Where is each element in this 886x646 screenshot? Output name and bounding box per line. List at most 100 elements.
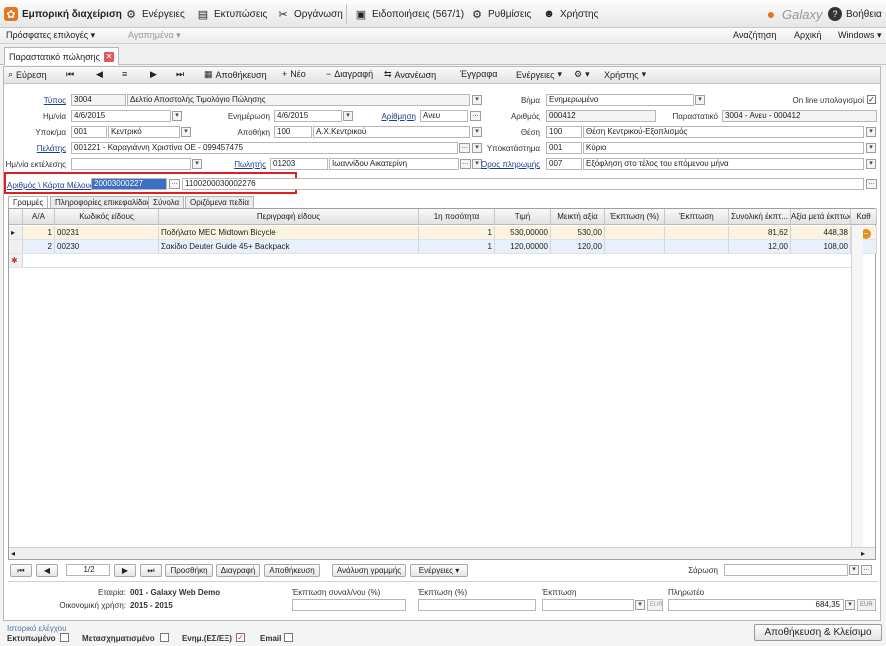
payment-code-field[interactable]: 007 [546, 158, 582, 170]
col-code[interactable]: Κωδικός είδους [55, 209, 159, 225]
new-button[interactable]: + Νέο [282, 69, 306, 79]
horizontal-scrollbar[interactable]: ◂ ▸ [9, 547, 875, 559]
col-price[interactable]: Τιμή [495, 209, 551, 225]
user-menu[interactable]: Χρήστης ▾ [604, 69, 646, 80]
seller-code-field[interactable]: 01203 [270, 158, 328, 170]
online-calc-checkbox[interactable]: ✓ [867, 95, 876, 104]
number-field[interactable]: 000412 [546, 110, 656, 122]
menu-prints[interactable]: ▤ Εκτυπώσεις [196, 5, 268, 23]
chevron-down-icon[interactable]: ▾ [181, 127, 191, 137]
row-selector-icon[interactable]: ▸ [9, 226, 23, 240]
update-date-field[interactable]: 4/6/2015 [274, 110, 342, 122]
ellipsis-icon[interactable]: … [866, 179, 877, 189]
payable-field[interactable]: 684,35 [668, 599, 844, 611]
col-disc-pct[interactable]: Έκπτωση (%) [605, 209, 665, 225]
cell-disc[interactable] [665, 240, 729, 254]
transformed-checkbox[interactable] [160, 633, 169, 642]
tab-totals[interactable]: Σύνολα [148, 196, 185, 208]
calendar-dropdown-icon[interactable]: ▾ [192, 159, 202, 169]
chevron-down-icon[interactable]: ▾ [866, 159, 876, 169]
customer-field[interactable]: 001221 - Καραγιάννη Χριστίνα ΟΕ - 099457… [71, 142, 458, 154]
prev-page-icon[interactable]: ◀ [36, 564, 58, 577]
app-title[interactable]: ✿ Εμπορική διαχείριση [4, 5, 122, 23]
email-checkbox[interactable] [284, 633, 293, 642]
seller-name-field[interactable]: Ιωαννίδου Αικατερίνη [329, 158, 459, 170]
chevron-down-icon[interactable]: ▾ [866, 143, 876, 153]
member-card-field[interactable]: 1100200030002276 [182, 178, 864, 190]
last-record-icon[interactable]: ⏭ [176, 69, 184, 80]
last-page-icon[interactable]: ⏭ [140, 564, 162, 577]
type-label[interactable]: Τύπος [8, 96, 66, 105]
branch-code-field[interactable]: 001 [71, 126, 107, 138]
member-number-field[interactable]: 20003000227 [91, 178, 167, 190]
branch-desc-field[interactable]: Κεντρικό [108, 126, 180, 138]
cell-net[interactable]: 448,38 [791, 226, 851, 240]
chevron-down-icon[interactable]: ▾ [845, 600, 855, 610]
type-desc-field[interactable]: Δελτίο Αποστολής Τιμολόγιο Πώλησης [127, 94, 470, 106]
menu-actions[interactable]: ⚙ Ενέργειες [124, 5, 185, 23]
col-disc[interactable]: Έκπτωση [665, 209, 729, 225]
next-record-icon[interactable]: ▶ [150, 69, 157, 80]
cell-disc-pct[interactable] [605, 226, 665, 240]
tab-custom-fields[interactable]: Οριζόμενα πεδία [185, 196, 254, 208]
new-row-icon[interactable]: ✱ [9, 254, 23, 268]
find-button[interactable]: ⌕ Εύρεση [8, 69, 47, 80]
cell-qty[interactable]: 1 [419, 226, 495, 240]
cell-aa[interactable]: 1 [23, 226, 55, 240]
next-page-icon[interactable]: ▶ [114, 564, 136, 577]
scan-field[interactable] [724, 564, 848, 576]
chevron-down-icon[interactable]: ▾ [866, 127, 876, 137]
menu-user[interactable]: ☻ Χρήστης [542, 5, 598, 23]
warehouse-desc-field[interactable]: Α.Χ.Κεντρικού [313, 126, 470, 138]
position-desc-field[interactable]: Θέση Κεντρικού-Εξοπλισμός [583, 126, 864, 138]
tab-sales-document[interactable]: Παραστατικό πώλησης ✕ [4, 47, 120, 65]
scroll-right-icon[interactable]: ▸ [861, 549, 865, 558]
position-code-field[interactable]: 100 [546, 126, 582, 138]
menu-notifications[interactable]: ▣ Ειδοποιήσεις (567/1) [354, 5, 464, 23]
menu-settings[interactable]: ⚙ Ρυθμίσεις [470, 5, 531, 23]
col-gross[interactable]: Μεικτή αξία [551, 209, 605, 225]
cell-qty[interactable]: 1 [419, 240, 495, 254]
doc-field[interactable]: 3004 - Ανευ - 000412 [722, 110, 877, 122]
trans-discount-field[interactable] [292, 599, 406, 611]
customer-label[interactable]: Πελάτης [8, 144, 66, 153]
type-code-field[interactable]: 3004 [71, 94, 126, 106]
add-row-button[interactable]: Προσθήκη [165, 564, 213, 577]
chevron-down-icon[interactable]: ▾ [695, 95, 705, 105]
home-link[interactable]: Αρχική [794, 30, 821, 40]
discount-field[interactable] [542, 599, 634, 611]
col-description[interactable]: Περιγραφή είδους [159, 209, 419, 225]
delete-row-button[interactable]: Διαγραφή [216, 564, 260, 577]
row-selector[interactable] [9, 240, 23, 254]
calendar-dropdown-icon[interactable]: ▾ [343, 111, 353, 121]
list-icon[interactable]: ≡ [122, 69, 127, 79]
col-aa[interactable]: Α/Α [23, 209, 55, 225]
cell-total-disc[interactable]: 12,00 [729, 240, 791, 254]
documents-button[interactable]: Έγγραφα [460, 69, 497, 79]
cell-price[interactable]: 530,00000 [495, 226, 551, 240]
windows-menu[interactable]: Windows ▾ [838, 30, 882, 41]
cell-disc-pct[interactable] [605, 240, 665, 254]
vertical-scrollbar[interactable] [851, 225, 863, 547]
date-field[interactable]: 4/6/2015 [71, 110, 171, 122]
seller-label[interactable]: Πωλητής [220, 160, 266, 169]
cell-gross[interactable]: 120,00 [551, 240, 605, 254]
step-field[interactable]: Ενημερωμένο [546, 94, 694, 106]
cell-code[interactable]: 00231 [55, 226, 159, 240]
help-button[interactable]: ? Βοήθεια [828, 5, 882, 23]
new-row[interactable] [23, 254, 851, 268]
chevron-down-icon[interactable]: ▾ [635, 600, 645, 610]
save-button[interactable]: ▦ Αποθήκευση [204, 69, 267, 80]
col-extra[interactable]: Καθ [851, 209, 877, 225]
payment-label[interactable]: Όρος πληρωμής [480, 160, 540, 169]
favorites-menu[interactable]: Αγαπημένα ▾ [128, 30, 181, 41]
chevron-down-icon[interactable]: ▾ [472, 95, 482, 105]
cell-price[interactable]: 120,00000 [495, 240, 551, 254]
tab-header-info[interactable]: Πληροφορίες επικεφαλίδας [50, 196, 156, 208]
col-net[interactable]: Αξία μετά έκπτωσης [791, 209, 851, 225]
chevron-down-icon[interactable]: ▾ [472, 127, 482, 137]
ellipsis-icon[interactable]: … [861, 565, 872, 575]
save-row-button[interactable]: Αποθήκευση [264, 564, 320, 577]
ellipsis-icon[interactable]: … [459, 143, 470, 153]
refresh-button[interactable]: ⇆ Ανανέωση [384, 69, 436, 80]
